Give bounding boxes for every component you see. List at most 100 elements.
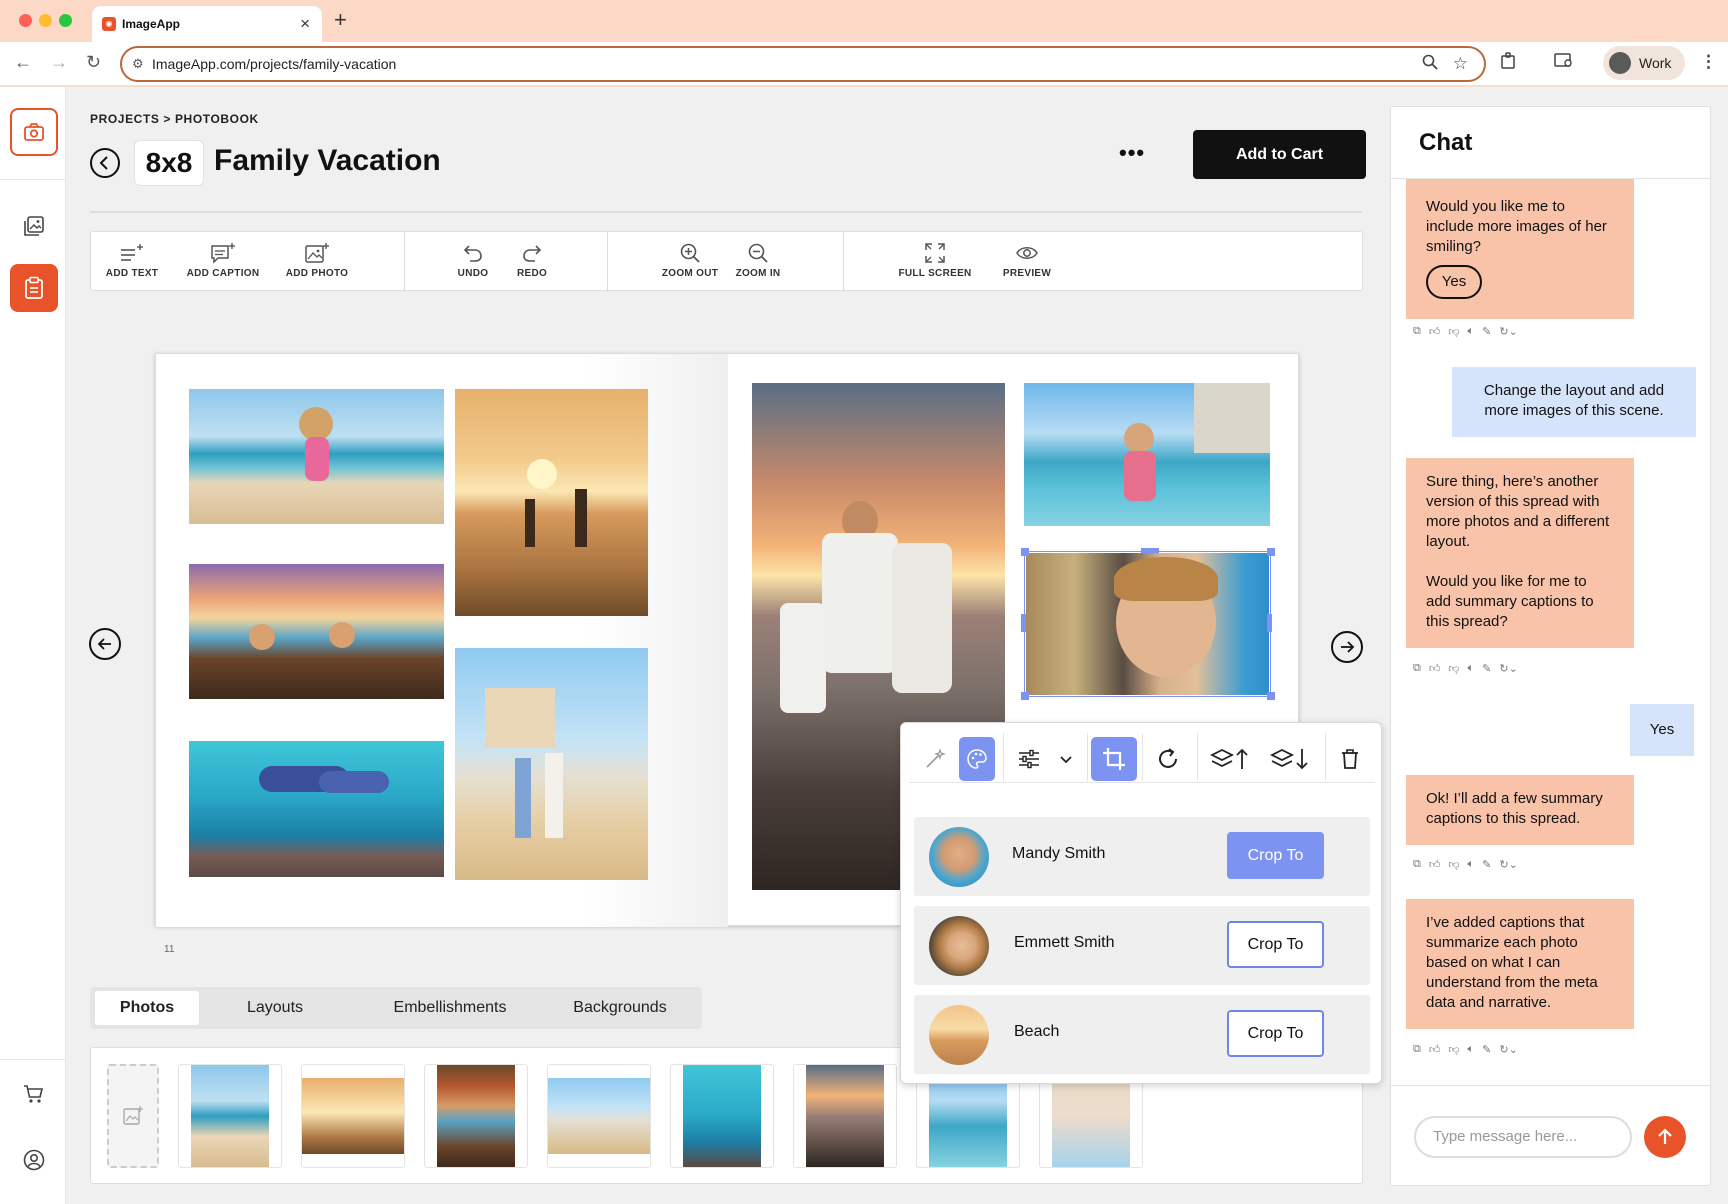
regenerate-icon[interactable]: ↻⌄ bbox=[1499, 1043, 1517, 1056]
resize-handle[interactable] bbox=[1021, 614, 1026, 632]
browser-tab[interactable]: ◉ ImageApp × bbox=[92, 6, 322, 42]
adjustments-button[interactable] bbox=[1009, 737, 1049, 781]
nav-account-button[interactable] bbox=[10, 1136, 58, 1184]
undo-button[interactable]: UNDO bbox=[448, 232, 498, 292]
thumbnail-photo[interactable] bbox=[670, 1064, 774, 1168]
resize-handle[interactable] bbox=[1021, 548, 1029, 556]
send-button[interactable] bbox=[1644, 1116, 1686, 1158]
edit-icon[interactable]: ✎ bbox=[1482, 858, 1491, 871]
photo-girl-on-beach[interactable] bbox=[189, 389, 444, 524]
full-screen-button[interactable]: FULL SCREEN bbox=[897, 232, 973, 292]
preview-button[interactable]: PREVIEW bbox=[997, 232, 1057, 292]
redo-button[interactable]: REDO bbox=[507, 232, 557, 292]
tab-layouts[interactable]: Layouts bbox=[220, 991, 330, 1025]
add-to-cart-button[interactable]: Add to Cart bbox=[1193, 130, 1366, 179]
photo-snorkeling[interactable] bbox=[189, 741, 444, 877]
thumbs-up-icon[interactable]: 👍︎ bbox=[1429, 662, 1441, 675]
thumbs-up-icon[interactable]: 👍︎ bbox=[1429, 325, 1441, 338]
delete-button[interactable] bbox=[1329, 737, 1371, 781]
crop-to-button[interactable]: Crop To bbox=[1227, 832, 1324, 879]
close-window-icon[interactable] bbox=[19, 14, 32, 27]
more-options-icon[interactable]: ••• bbox=[1119, 140, 1145, 166]
edit-icon[interactable]: ✎ bbox=[1482, 662, 1491, 675]
close-tab-icon[interactable]: × bbox=[300, 14, 310, 34]
regenerate-icon[interactable]: ↻⌄ bbox=[1499, 858, 1517, 871]
edit-icon[interactable]: ✎ bbox=[1482, 325, 1491, 338]
speaker-icon[interactable]: 🔈︎ bbox=[1468, 325, 1475, 338]
send-backward-button[interactable] bbox=[1261, 737, 1319, 781]
thumbnail-photo[interactable] bbox=[793, 1064, 897, 1168]
tab-embellishments[interactable]: Embellishments bbox=[370, 991, 530, 1025]
next-spread-button[interactable] bbox=[1331, 631, 1363, 663]
maximize-window-icon[interactable] bbox=[59, 14, 72, 27]
back-button[interactable] bbox=[90, 148, 120, 178]
zoom-out-button[interactable]: ZOOM OUT bbox=[658, 232, 722, 292]
photo-girl-pool[interactable] bbox=[1024, 383, 1270, 526]
minimize-window-icon[interactable] bbox=[39, 14, 52, 27]
speaker-icon[interactable]: 🔈︎ bbox=[1468, 858, 1475, 871]
regenerate-icon[interactable]: ↻⌄ bbox=[1499, 662, 1517, 675]
thumbs-down-icon[interactable]: 👎︎ bbox=[1448, 662, 1459, 675]
nav-photobook-button[interactable] bbox=[10, 264, 58, 312]
previous-spread-button[interactable] bbox=[89, 628, 121, 660]
chat-message-input[interactable]: Type message here... bbox=[1414, 1116, 1632, 1158]
quick-reply-yes-button[interactable]: Yes bbox=[1426, 265, 1482, 299]
crop-to-button[interactable]: Crop To bbox=[1227, 1010, 1324, 1057]
thumbs-down-icon[interactable]: 👎︎ bbox=[1448, 858, 1459, 871]
resize-handle[interactable] bbox=[1267, 548, 1275, 556]
bring-forward-button[interactable] bbox=[1201, 737, 1259, 781]
thumbs-down-icon[interactable]: 👎︎ bbox=[1448, 1043, 1459, 1056]
nav-gallery-button[interactable] bbox=[10, 202, 58, 250]
speaker-icon[interactable]: 🔈︎ bbox=[1468, 662, 1475, 675]
color-palette-button[interactable] bbox=[959, 737, 995, 781]
thumbnail-photo[interactable] bbox=[547, 1064, 651, 1168]
thumbnail-photo[interactable] bbox=[178, 1064, 282, 1168]
thumbs-down-icon[interactable]: 👎︎ bbox=[1448, 325, 1459, 338]
extensions-icon[interactable] bbox=[1500, 52, 1518, 75]
copy-icon[interactable]: ⧉ bbox=[1413, 662, 1421, 675]
nav-camera-button[interactable] bbox=[10, 108, 58, 156]
thumbs-up-icon[interactable]: 👍︎ bbox=[1429, 858, 1441, 871]
url-field[interactable]: ⚙ ImageApp.com/projects/family-vacation … bbox=[120, 46, 1486, 82]
browser-menu-icon[interactable]: ⋮ bbox=[1700, 52, 1717, 72]
breadcrumb[interactable]: PROJECTS > PHOTOBOOK bbox=[90, 112, 259, 126]
thumbnail-photo[interactable] bbox=[424, 1064, 528, 1168]
profile-chip[interactable]: Work bbox=[1603, 46, 1685, 80]
speaker-icon[interactable]: 🔈︎ bbox=[1468, 1043, 1475, 1056]
nav-cart-button[interactable] bbox=[10, 1070, 58, 1118]
resize-handle[interactable] bbox=[1021, 692, 1029, 700]
add-text-button[interactable]: ADD TEXT bbox=[99, 232, 165, 292]
reload-icon[interactable]: ↻ bbox=[86, 52, 101, 73]
copy-icon[interactable]: ⧉ bbox=[1413, 858, 1421, 871]
adjustments-dropdown[interactable] bbox=[1051, 737, 1081, 781]
site-settings-icon[interactable]: ⚙ bbox=[132, 56, 144, 72]
photo-kids-dinner[interactable] bbox=[189, 564, 444, 699]
zoom-in-button[interactable]: ZOOM IN bbox=[728, 232, 788, 292]
crop-to-button[interactable]: Crop To bbox=[1227, 921, 1324, 968]
copy-icon[interactable]: ⧉ bbox=[1413, 325, 1421, 338]
zoom-icon[interactable] bbox=[1422, 54, 1438, 75]
thumbs-up-icon[interactable]: 👍︎ bbox=[1429, 1043, 1441, 1056]
add-photo-slot[interactable] bbox=[107, 1064, 159, 1168]
photo-boy-in-car[interactable] bbox=[1026, 553, 1269, 695]
resize-handle[interactable] bbox=[1267, 614, 1272, 632]
regenerate-icon[interactable]: ↻⌄ bbox=[1499, 325, 1517, 338]
thumbnail-photo[interactable] bbox=[301, 1064, 405, 1168]
tab-backgrounds[interactable]: Backgrounds bbox=[550, 991, 690, 1025]
magic-edit-button[interactable] bbox=[915, 737, 955, 781]
resize-handle[interactable] bbox=[1267, 692, 1275, 700]
copy-icon[interactable]: ⧉ bbox=[1413, 1043, 1421, 1056]
rotate-button[interactable] bbox=[1145, 737, 1191, 781]
forward-nav-icon[interactable]: → bbox=[50, 52, 68, 73]
add-photo-button[interactable]: ADD PHOTO bbox=[279, 232, 355, 292]
crop-button[interactable] bbox=[1091, 737, 1137, 781]
resize-handle[interactable] bbox=[1141, 548, 1159, 553]
edit-icon[interactable]: ✎ bbox=[1482, 1043, 1491, 1056]
back-nav-icon[interactable]: ← bbox=[14, 52, 32, 73]
photo-family-sunset-walk[interactable] bbox=[455, 389, 648, 616]
bookmark-star-icon[interactable]: ☆ bbox=[1453, 54, 1468, 74]
tab-photos[interactable]: Photos bbox=[95, 991, 199, 1025]
add-caption-button[interactable]: ADD CAPTION bbox=[183, 232, 263, 292]
new-tab-icon[interactable]: + bbox=[334, 7, 347, 33]
tab-search-icon[interactable] bbox=[1554, 52, 1574, 75]
